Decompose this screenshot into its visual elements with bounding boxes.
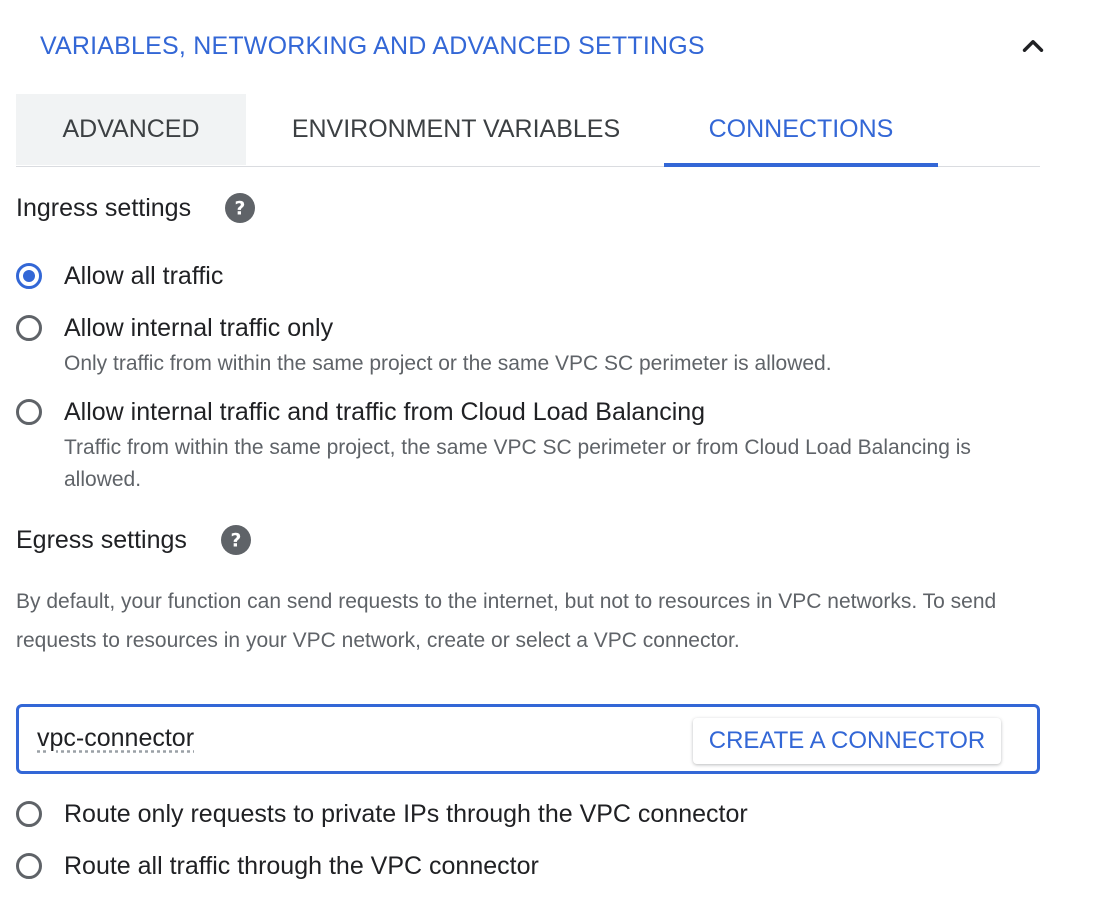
ingress-settings-label: Ingress settings <box>16 193 192 222</box>
egress-settings-heading: Egress settings ? <box>16 522 251 558</box>
create-connector-button[interactable]: CREATE A CONNECTOR <box>693 718 1001 764</box>
radio-button-selected[interactable] <box>16 263 42 289</box>
ingress-option-internal-only[interactable]: Allow internal traffic only Only traffic… <box>16 313 832 380</box>
radio-button[interactable] <box>16 801 42 827</box>
radio-button[interactable] <box>16 853 42 879</box>
radio-button[interactable] <box>16 315 42 341</box>
section-title: VARIABLES, NETWORKING AND ADVANCED SETTI… <box>40 31 705 60</box>
vpc-connector-select[interactable]: vpc-connector CREATE A CONNECTOR <box>16 704 1040 774</box>
egress-option-private-ips[interactable]: Route only requests to private IPs throu… <box>16 799 748 829</box>
chevron-up-icon[interactable] <box>1016 29 1050 63</box>
tab-environment-variables[interactable]: ENVIRONMENT VARIABLES <box>256 94 656 165</box>
help-icon[interactable]: ? <box>225 193 256 223</box>
help-icon[interactable]: ? <box>220 525 251 555</box>
ingress-option-description: Only traffic from within the same projec… <box>64 352 832 375</box>
ingress-option-description: Traffic from within the same project, th… <box>64 436 971 491</box>
svg-text:?: ? <box>230 530 241 551</box>
vpc-connector-value[interactable]: vpc-connector <box>37 724 194 753</box>
radio-button[interactable] <box>16 399 42 425</box>
egress-option-label: Route only requests to private IPs throu… <box>64 800 748 828</box>
egress-description: By default, your function can send reque… <box>16 590 997 652</box>
tab-advanced[interactable]: ADVANCED <box>16 94 246 165</box>
ingress-option-label: Allow internal traffic only <box>64 314 334 342</box>
ingress-settings-heading: Ingress settings ? <box>16 190 256 226</box>
settings-section-header[interactable]: VARIABLES, NETWORKING AND ADVANCED SETTI… <box>40 28 1044 64</box>
svg-text:?: ? <box>235 198 246 219</box>
settings-tabs: ADVANCED ENVIRONMENT VARIABLES CONNECTIO… <box>16 94 1040 167</box>
ingress-option-label: Allow internal traffic and traffic from … <box>64 398 706 426</box>
ingress-option-allow-all[interactable]: Allow all traffic <box>16 261 223 291</box>
tab-connections[interactable]: CONNECTIONS <box>664 94 938 167</box>
ingress-option-internal-and-load-balancing[interactable]: Allow internal traffic and traffic from … <box>16 397 976 496</box>
ingress-option-label: Allow all traffic <box>64 262 224 290</box>
egress-settings-label: Egress settings <box>16 525 187 554</box>
egress-option-all-traffic[interactable]: Route all traffic through the VPC connec… <box>16 851 539 881</box>
egress-option-label: Route all traffic through the VPC connec… <box>64 852 539 880</box>
